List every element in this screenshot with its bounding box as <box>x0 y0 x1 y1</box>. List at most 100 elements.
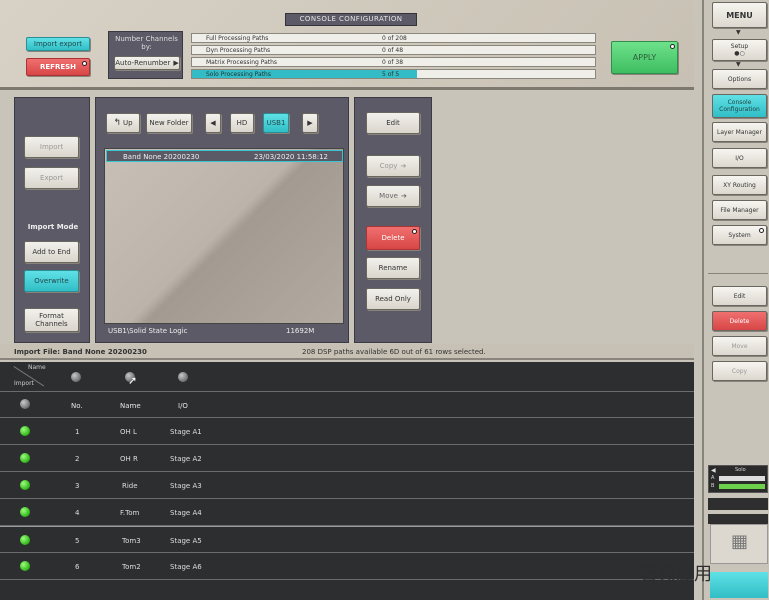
xy-routing-label: XY Routing <box>723 181 756 189</box>
new-folder-button[interactable]: New Folder <box>146 113 192 133</box>
delete-button[interactable]: Delete <box>366 226 420 250</box>
apply-label: APPLY <box>632 53 657 62</box>
toggle-icon: ●○ <box>734 50 745 57</box>
move-button[interactable]: Move ➔ <box>366 185 420 207</box>
move-side-button[interactable]: Move <box>712 336 767 356</box>
import-led[interactable] <box>20 453 30 463</box>
number-channels-label: Number Channels by: <box>115 35 178 51</box>
import-led[interactable] <box>20 535 30 545</box>
edit-side-button[interactable]: Edit <box>712 286 767 306</box>
file-date: 23/03/2020 11:58:12 <box>254 153 329 161</box>
edit-label: Edit <box>386 119 400 127</box>
refresh-label: REFRESH <box>39 63 77 71</box>
add-to-end-button[interactable]: Add to End <box>24 241 79 263</box>
refresh-button[interactable]: REFRESH <box>26 58 90 76</box>
usb-label: USB1 <box>266 119 286 127</box>
auto-renumber-label: Auto-Renumber <box>115 59 171 67</box>
overwrite-button[interactable]: Overwrite <box>24 270 79 292</box>
proc-label: Matrix Processing Paths <box>206 59 278 66</box>
proc-label: Dyn Processing Paths <box>206 47 271 54</box>
solo-meter: Solo ◀ A B <box>708 465 768 493</box>
select-all-rows[interactable] <box>20 399 30 409</box>
edit-button[interactable]: Edit <box>366 112 420 134</box>
apply-button[interactable]: APPLY <box>611 41 678 74</box>
system-button[interactable]: System <box>712 225 767 245</box>
console-configuration-button[interactable]: Console Configuration <box>712 94 767 118</box>
table-row[interactable]: 5 Tom3 Stage A5 <box>0 526 694 553</box>
row-name: Ride <box>122 482 138 490</box>
table-row[interactable]: 2 OH R Stage A2 <box>0 445 694 472</box>
setup-button[interactable]: Setup ●○ <box>712 39 767 61</box>
row-name: OH R <box>120 455 138 463</box>
options-button[interactable]: Options <box>712 69 767 89</box>
copy-button[interactable]: Copy ➔ <box>366 155 420 177</box>
free-space: 11692M <box>286 327 315 335</box>
solo-label: Solo <box>735 467 746 473</box>
proc-label: Full Processing Paths <box>206 35 269 42</box>
import-mode-label: Import Mode <box>27 223 79 231</box>
read-only-button[interactable]: Read Only <box>366 288 420 310</box>
copy-side-button[interactable]: Copy <box>712 361 767 381</box>
layer-manager-button[interactable]: Layer Manager <box>712 122 767 142</box>
display-panel <box>708 514 768 524</box>
matrix-processing-row: Matrix Processing Paths 0 of 38 <box>191 57 596 67</box>
console-configuration-label: Console Configuration <box>719 99 760 113</box>
add-to-end-label: Add to End <box>32 248 71 256</box>
table-row[interactable]: 3 Ride Stage A3 <box>0 472 694 499</box>
row-io: Stage A2 <box>170 455 202 463</box>
format-channels-button[interactable]: Format Channels <box>24 308 79 332</box>
table-row[interactable]: 4 F.Tom Stage A4 <box>0 499 694 526</box>
auto-renumber-button[interactable]: Auto-Renumber ▶ <box>114 56 180 70</box>
export-button[interactable]: Export <box>24 167 79 189</box>
usb-button[interactable]: USB1 <box>263 113 289 133</box>
xy-routing-button[interactable]: XY Routing <box>712 175 767 195</box>
indicator-icon <box>670 44 675 49</box>
menu-button[interactable]: MENU <box>712 2 767 28</box>
file-list[interactable] <box>104 148 344 324</box>
import-led[interactable] <box>20 426 30 436</box>
header-no: No. <box>71 402 83 410</box>
file-name: Band None 20200230 <box>123 153 200 161</box>
row-name: Tom2 <box>122 563 141 571</box>
select-column-io[interactable] <box>178 372 188 382</box>
import-button[interactable]: Import <box>24 136 79 158</box>
file-list-item[interactable]: Band None 20200230 23/03/2020 11:58:12 <box>106 150 343 162</box>
row-name: Tom3 <box>122 537 141 545</box>
arrow-right-icon: ▶ <box>173 59 179 67</box>
row-no: 4 <box>75 509 80 517</box>
navigation-pad[interactable]: ▦ <box>710 524 768 564</box>
import-export-button[interactable]: Import export <box>26 37 90 51</box>
number-channels-panel: Number Channels by: Auto-Renumber ▶ <box>108 31 183 79</box>
menu-label: MENU <box>726 10 753 20</box>
next-drive-button[interactable]: ▶ <box>302 113 318 133</box>
import-led[interactable] <box>20 507 30 517</box>
row-no: 1 <box>75 428 80 436</box>
proc-label: Solo Processing Paths <box>206 71 271 78</box>
up-arrow-icon: ↰ <box>113 118 121 128</box>
divider <box>708 273 768 274</box>
speaker-icon: ◀ <box>711 467 716 474</box>
meter-b-bar <box>719 484 765 489</box>
import-led[interactable] <box>20 561 30 571</box>
import-led[interactable] <box>20 480 30 490</box>
table-row[interactable]: 1 OH L Stage A1 <box>0 418 694 445</box>
new-folder-label: New Folder <box>149 119 189 127</box>
hd-button[interactable]: HD <box>230 113 254 133</box>
file-actions-panel: Edit Copy ➔ Move ➔ Delete Rename Read Only <box>354 97 432 343</box>
prev-drive-button[interactable]: ◀ <box>205 113 221 133</box>
select-column-no[interactable] <box>71 372 81 382</box>
file-manager-button[interactable]: File Manager <box>712 200 767 220</box>
teal-bottom-button[interactable] <box>710 572 768 598</box>
delete-label: Delete <box>381 234 405 242</box>
header-name: Name <box>120 402 141 410</box>
io-button[interactable]: I/O <box>712 148 767 168</box>
move-side-label: Move <box>731 342 748 350</box>
delete-side-button[interactable]: Delete <box>712 311 767 331</box>
header-io: I/O <box>178 402 188 410</box>
up-button[interactable]: ↰ Up <box>106 113 140 133</box>
row-no: 6 <box>75 563 80 571</box>
current-path: USB1\Solid State Logic <box>108 327 188 335</box>
table-row[interactable]: 6 Tom2 Stage A6 <box>0 553 694 580</box>
rename-button[interactable]: Rename <box>366 257 420 279</box>
read-only-label: Read Only <box>375 295 411 303</box>
